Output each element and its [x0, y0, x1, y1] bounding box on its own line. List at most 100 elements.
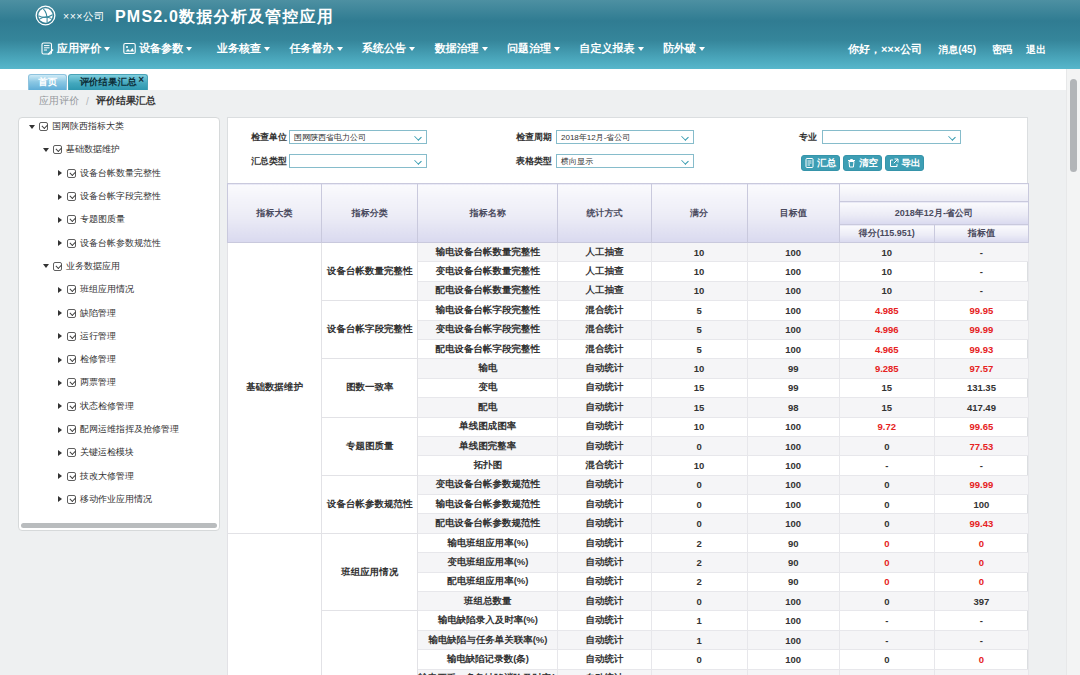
tree-checkbox[interactable] [67, 495, 76, 504]
tree-expand-icon[interactable] [56, 310, 64, 316]
cell-value: 97.57 [934, 359, 1028, 378]
tree-item[interactable]: 检修管理 [19, 348, 219, 371]
cell-full-score: 10 [651, 456, 747, 475]
password-link[interactable]: 密码 [992, 43, 1012, 57]
check-period-select[interactable]: 2018年12月-省公司 [556, 130, 694, 144]
summary-type-select[interactable] [289, 154, 427, 168]
cell-full-score: 5 [651, 301, 747, 320]
cell-method: 自动统计 [558, 533, 651, 552]
tree-item[interactable]: 业务数据应用 [19, 255, 219, 278]
tree-checkbox[interactable] [67, 378, 76, 387]
cell-value: 99.99 [934, 320, 1028, 339]
tree-expand-icon[interactable] [56, 496, 64, 502]
tree-item[interactable]: 运行管理 [19, 325, 219, 348]
messages-link[interactable]: 消息(45) [938, 43, 976, 57]
cell-full-score: 5 [651, 320, 747, 339]
tree-checkbox[interactable] [67, 239, 76, 248]
tree-checkbox[interactable] [67, 309, 76, 318]
tree-collapse-icon[interactable] [42, 148, 50, 152]
tree-item[interactable]: 技改大修管理 [19, 464, 219, 487]
tree-checkbox[interactable] [67, 169, 76, 178]
cell-score: 10 [839, 262, 934, 281]
nav-item-5[interactable]: 数据治理 [435, 41, 488, 56]
table-type-select[interactable]: 横向显示 [556, 154, 694, 168]
tree-expand-icon[interactable] [56, 170, 64, 176]
tree-collapse-icon[interactable] [42, 264, 50, 268]
nav-item-0[interactable]: 应用评价 [41, 41, 110, 56]
export-button[interactable]: 导出 [885, 155, 924, 171]
specialty-select[interactable] [822, 130, 961, 144]
tree-item[interactable]: 配网运维指挥及抢修管理 [19, 418, 219, 441]
tree-expand-icon[interactable] [56, 473, 64, 479]
tree-expand-icon[interactable] [56, 217, 64, 223]
tree-expand-icon[interactable] [56, 403, 64, 409]
tree-expand-icon[interactable] [56, 240, 64, 246]
cell-target: 90 [747, 533, 839, 552]
tree-expand-icon[interactable] [56, 194, 64, 200]
tree-item[interactable]: 缺陷管理 [19, 301, 219, 324]
tree-checkbox[interactable] [67, 448, 76, 457]
tree-item[interactable]: 设备台帐字段完整性 [19, 185, 219, 208]
tree-item[interactable]: 移动作业应用情况 [19, 488, 219, 511]
nav-item-3[interactable]: 任务督办 [290, 41, 343, 56]
tree-checkbox[interactable] [53, 145, 62, 154]
vertical-scrollbar-thumb[interactable] [1070, 79, 1077, 172]
breadcrumb-parent[interactable]: 应用评价 [39, 94, 79, 108]
tab-evaluation-summary[interactable]: 评价结果汇总 × [68, 74, 148, 90]
tree-horizontal-scrollbar[interactable] [21, 523, 217, 528]
tree-checkbox[interactable] [53, 262, 62, 271]
tree-expand-icon[interactable] [56, 380, 64, 386]
tree-item[interactable]: 班组应用情况 [19, 278, 219, 301]
nav-item-4[interactable]: 系统公告 [362, 41, 415, 56]
cell-value: 77.53 [934, 436, 1028, 455]
tree-collapse-icon[interactable] [28, 125, 36, 129]
tree-item[interactable]: 专题图质量 [19, 208, 219, 231]
cell-value: 99.93 [934, 339, 1028, 358]
tree-item[interactable]: 两票管理 [19, 371, 219, 394]
main-nav: 应用评价设备参数 业务核查 任务督办 系统公告 数据治理 问题治理 自定义报表 防外破 [41, 41, 725, 55]
cell-indicator: 输电班组应用率(%) [418, 533, 558, 552]
company-logo-icon [35, 5, 56, 26]
tree-checkbox[interactable] [67, 355, 76, 364]
tree-checkbox[interactable] [67, 425, 76, 434]
cell-full-score: 10 [651, 243, 747, 262]
tab-home[interactable]: 首页 [28, 74, 67, 90]
tree-checkbox[interactable] [67, 215, 76, 224]
tree-checkbox[interactable] [67, 472, 76, 481]
nav-item-7[interactable]: 自定义报表 [580, 41, 644, 56]
tree-expand-icon[interactable] [56, 357, 64, 363]
tree-item[interactable]: 设备台帐参数规范性 [19, 231, 219, 254]
tree-checkbox[interactable] [67, 332, 76, 341]
cell-indicator: 变电设备台帐数量完整性 [418, 262, 558, 281]
tree-checkbox[interactable] [67, 402, 76, 411]
tree-expand-icon[interactable] [56, 287, 64, 293]
tree-item-label: 设备台帐参数规范性 [80, 237, 161, 250]
clear-button[interactable]: 清空 [843, 155, 882, 171]
tree-checkbox[interactable] [67, 285, 76, 294]
logout-link[interactable]: 退出 [1026, 43, 1046, 57]
check-unit-select[interactable]: 国网陕西省电力公司 [289, 130, 427, 144]
table-row: 专题图质量单线图成图率自动统计101009.7299.65 [228, 417, 1029, 436]
tree-item[interactable]: 关键运检模块 [19, 441, 219, 464]
tree-checkbox[interactable] [39, 122, 48, 131]
cell-method: 混合统计 [558, 456, 651, 475]
nav-item-2[interactable]: 业务核查 [217, 41, 270, 56]
cell-class: 设备台帐字段完整性 [322, 301, 418, 359]
cell-full-score: 0 [651, 650, 747, 669]
summarize-button[interactable]: 汇总 [801, 155, 840, 171]
nav-item-1[interactable]: 设备参数 [123, 41, 192, 56]
tree-item[interactable]: 状态检修管理 [19, 395, 219, 418]
tree-item[interactable]: 设备台帐数量完整性 [19, 162, 219, 185]
nav-item-6[interactable]: 问题治理 [507, 41, 560, 56]
tree-expand-icon[interactable] [56, 450, 64, 456]
close-tab-icon[interactable]: × [138, 75, 144, 85]
cell-target: 100 [747, 495, 839, 514]
cell-full-score: 10 [651, 417, 747, 436]
caret-down-icon [409, 47, 415, 51]
tree-expand-icon[interactable] [56, 427, 64, 433]
tree-checkbox[interactable] [67, 192, 76, 201]
tree-item[interactable]: 国网陕西指标大类 [19, 117, 219, 138]
tree-expand-icon[interactable] [56, 333, 64, 339]
nav-item-8[interactable]: 防外破 [663, 41, 705, 56]
tree-item[interactable]: 基础数据维护 [19, 138, 219, 161]
